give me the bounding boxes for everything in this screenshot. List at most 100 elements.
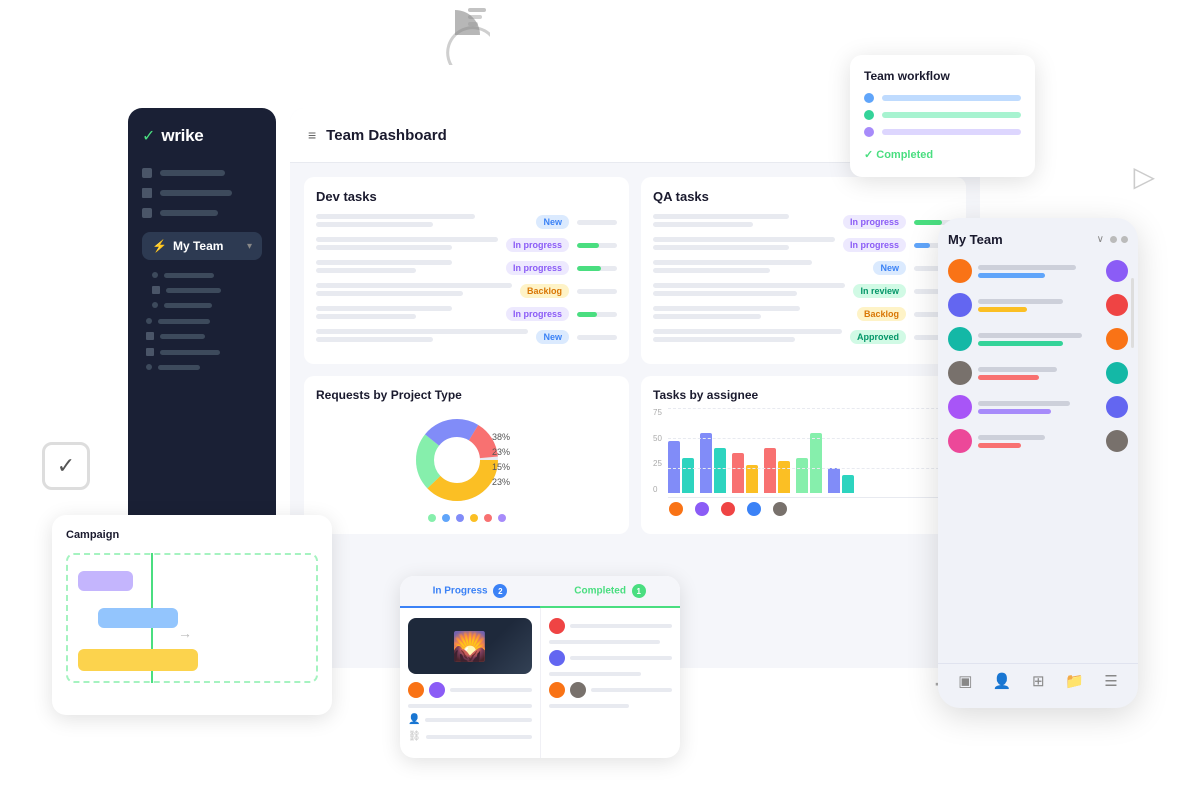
task-lines	[316, 237, 498, 253]
campaign-card: Campaign →	[52, 515, 332, 715]
bottom-row[interactable]: ⛓	[408, 731, 532, 742]
avatar	[1106, 294, 1128, 316]
task-row[interactable]: New	[316, 329, 617, 345]
task-row[interactable]: In progress	[653, 237, 954, 253]
mobile-dropdown-icon[interactable]: ∨	[1097, 234, 1104, 245]
sub-item-2[interactable]	[152, 286, 262, 294]
bottom-row[interactable]	[408, 704, 532, 708]
dot-1	[1110, 236, 1117, 243]
task-row[interactable]: New	[316, 214, 617, 230]
progress-bar	[577, 312, 617, 317]
mobile-list-item[interactable]	[948, 395, 1128, 419]
status-badge: New	[536, 330, 569, 344]
task-lines	[316, 329, 528, 345]
workflow-bar	[882, 95, 1021, 101]
mobile-footer: ▣ 👤 ⊞ 📁 ☰	[938, 663, 1138, 698]
status-badge: In progress	[506, 261, 569, 275]
tab-label: In Progress	[433, 586, 488, 597]
task-row[interactable]: In progress	[316, 237, 617, 253]
logo: ✓ wrike	[142, 126, 262, 146]
sub-icon-6	[146, 348, 154, 356]
chevron-down-icon: ▾	[247, 241, 252, 252]
sub-dot-3	[152, 302, 158, 308]
task-line	[425, 718, 531, 722]
bottom-card: In Progress 2 Completed 1 🌄 👤	[400, 576, 680, 758]
bottom-row[interactable]	[549, 682, 673, 698]
bar-group	[668, 441, 694, 493]
avatar	[549, 682, 565, 698]
footer-icon-team[interactable]: 👤	[993, 672, 1012, 690]
bottom-row[interactable]	[408, 682, 532, 698]
workflow-bar	[882, 112, 1021, 118]
logo-check-icon: ✓	[142, 126, 155, 146]
task-row[interactable]: Backlog	[316, 283, 617, 299]
mobile-list-item[interactable]	[948, 327, 1128, 351]
svg-text:23%: 23%	[492, 477, 510, 487]
dev-tasks-panel: Dev tasks New In progress	[304, 177, 629, 364]
footer-icon-folder[interactable]: 📁	[1065, 672, 1084, 690]
sub-label-5	[160, 334, 205, 339]
sub-item-3[interactable]	[152, 302, 262, 308]
menu-icon[interactable]: ≡	[308, 127, 316, 143]
nav-item-2[interactable]	[142, 188, 262, 198]
avatar	[948, 293, 972, 317]
bar-group	[828, 468, 854, 493]
dot-2	[1121, 236, 1128, 243]
sub-item-5[interactable]	[146, 332, 262, 340]
tab-completed[interactable]: Completed 1	[540, 576, 680, 608]
nav-item-1[interactable]	[142, 168, 262, 178]
mobile-list-item[interactable]	[948, 259, 1128, 283]
tab-in-progress[interactable]: In Progress 2	[400, 576, 540, 608]
footer-icon-grid[interactable]: ⊞	[1032, 672, 1045, 690]
avatar	[549, 618, 565, 634]
mobile-team-name: My Team	[948, 232, 1091, 247]
donut-chart: 38% 23% 15% 23%	[316, 410, 617, 510]
task-row[interactable]: New	[653, 260, 954, 276]
campaign-node-yellow[interactable]	[78, 649, 198, 671]
footer-icon-menu[interactable]: ☰	[1104, 672, 1117, 690]
mobile-list-item[interactable]	[948, 293, 1128, 317]
in-progress-count: 2	[493, 584, 507, 598]
footer-icon-list[interactable]: ▣	[958, 672, 972, 690]
avatar	[1106, 260, 1128, 282]
sub-icon-2	[152, 286, 160, 294]
campaign-node-blue[interactable]	[98, 608, 178, 628]
task-row[interactable]: In progress	[316, 306, 617, 322]
dashboard-content: Dev tasks New In progress	[290, 163, 980, 548]
task-row[interactable]: Backlog	[653, 306, 954, 322]
sub-item-1[interactable]	[152, 272, 262, 278]
my-team-button[interactable]: ⚡ My Team ▾	[142, 232, 262, 260]
avatar	[948, 259, 972, 283]
status-badge: In progress	[843, 215, 906, 229]
task-row[interactable]: Approved	[653, 329, 954, 345]
campaign-node-purple[interactable]	[78, 571, 133, 591]
sub-item-7[interactable]	[146, 364, 262, 370]
mobile-list-item[interactable]	[948, 361, 1128, 385]
logo-text: wrike	[161, 126, 203, 146]
task-line	[549, 640, 660, 644]
bottom-row[interactable]	[549, 650, 673, 666]
progress-bar	[577, 243, 617, 248]
bottom-card-tabs: In Progress 2 Completed 1	[400, 576, 680, 608]
avatar	[948, 395, 972, 419]
task-row[interactable]: In progress	[653, 214, 954, 230]
mobile-options[interactable]	[1110, 236, 1128, 243]
task-row[interactable]: In progress	[316, 260, 617, 276]
bottom-row[interactable]: 👤	[408, 714, 532, 725]
assignee-chart-panel: Tasks by assignee 75 50 25 0	[641, 376, 966, 534]
avatar	[408, 682, 424, 698]
avatar	[1106, 362, 1128, 384]
avatar	[1106, 328, 1128, 350]
mobile-content	[978, 367, 1100, 380]
sub-label-1	[164, 273, 214, 278]
sub-label-6	[160, 350, 220, 355]
sub-item-6[interactable]	[146, 348, 262, 356]
nav-item-3[interactable]	[142, 208, 262, 218]
mobile-content	[978, 299, 1100, 312]
mobile-list-item[interactable]	[948, 429, 1128, 453]
bottom-row[interactable]	[549, 618, 673, 634]
avatar	[429, 682, 445, 698]
task-lines	[316, 260, 498, 276]
task-row[interactable]: In review	[653, 283, 954, 299]
sub-item-4[interactable]	[146, 318, 262, 324]
